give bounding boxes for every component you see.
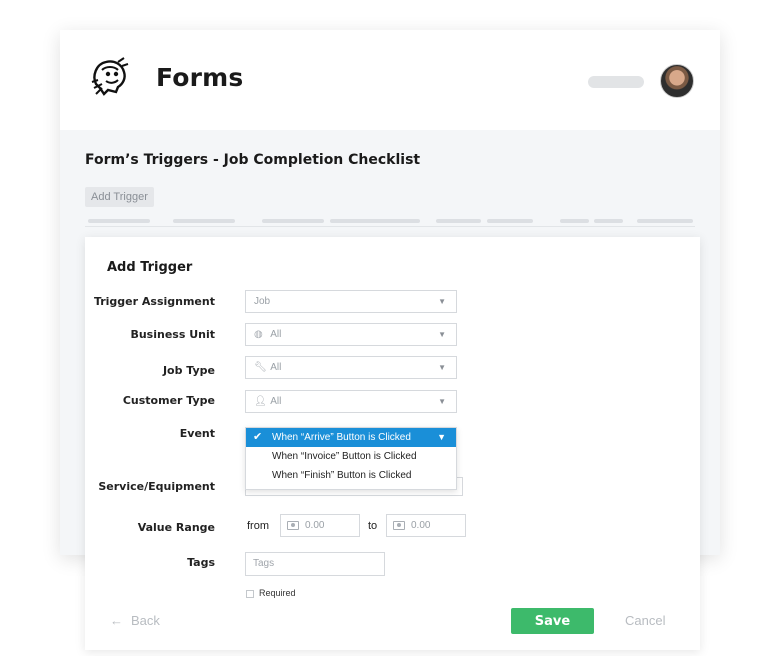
value-range-label: Value Range bbox=[137, 521, 215, 534]
caret-down-icon: ▼ bbox=[437, 432, 446, 442]
tags-input[interactable]: Tags bbox=[245, 552, 385, 576]
caret-down-icon: ▼ bbox=[438, 297, 446, 306]
tags-label: Tags bbox=[187, 556, 215, 569]
service-equipment-label: Service/Equipment bbox=[98, 480, 215, 493]
cancel-button[interactable]: Cancel bbox=[625, 613, 665, 628]
range-to-input[interactable]: 0.00 bbox=[386, 514, 466, 537]
table-header-placeholder bbox=[330, 219, 420, 223]
required-label: Required bbox=[259, 588, 296, 598]
event-option-arrive[interactable]: ✔ When “Arrive” Button is Clicked ▼ bbox=[246, 428, 456, 447]
customer-type-value: All bbox=[270, 396, 282, 407]
caret-down-icon: ▼ bbox=[438, 330, 446, 339]
table-header-placeholder bbox=[262, 219, 324, 223]
customer-type-label: Customer Type bbox=[122, 394, 215, 407]
app-title: Forms bbox=[156, 63, 244, 92]
table-header-placeholder bbox=[173, 219, 235, 223]
save-button[interactable]: Save bbox=[511, 608, 594, 634]
job-type-value: All bbox=[270, 362, 282, 373]
mascot-logo-icon bbox=[91, 57, 129, 96]
back-button-label: Back bbox=[131, 613, 160, 628]
range-to-label: to bbox=[368, 520, 378, 532]
job-type-select[interactable]: 🔧︎ All ▼ bbox=[245, 356, 457, 379]
event-option-invoice[interactable]: When “Invoice” Button is Clicked bbox=[246, 447, 456, 466]
range-from-placeholder: 0.00 bbox=[305, 520, 325, 531]
customer-type-select[interactable]: 👤︎ All ▼ bbox=[245, 390, 457, 413]
modal-title: Add Trigger bbox=[107, 260, 193, 275]
required-checkbox[interactable] bbox=[246, 590, 254, 598]
event-label: Event bbox=[179, 427, 215, 440]
job-type-label: Job Type bbox=[162, 364, 215, 377]
event-option-finish[interactable]: When “Finish” Button is Clicked bbox=[246, 466, 456, 485]
event-option-label: When “Invoice” Button is Clicked bbox=[272, 451, 417, 462]
page-title: Form’s Triggers - Job Completion Checkli… bbox=[85, 152, 421, 168]
person-icon: 👤︎ bbox=[254, 396, 267, 407]
table-divider bbox=[85, 226, 695, 227]
app-header: Forms bbox=[60, 30, 720, 130]
add-trigger-modal: Add Trigger Trigger Assignment Job ▼ Bus… bbox=[85, 237, 700, 650]
check-icon: ✔ bbox=[253, 431, 263, 443]
business-unit-select[interactable]: ◍ All ▼ bbox=[245, 323, 457, 346]
event-option-label: When “Arrive” Button is Clicked bbox=[272, 432, 411, 443]
event-dropdown[interactable]: ✔ When “Arrive” Button is Clicked ▼ When… bbox=[245, 427, 457, 490]
table-header-placeholder bbox=[560, 219, 589, 223]
caret-down-icon: ▼ bbox=[438, 363, 446, 372]
money-icon bbox=[393, 521, 405, 530]
arrow-left-icon: ← bbox=[110, 613, 123, 628]
money-icon bbox=[287, 521, 299, 530]
user-avatar[interactable] bbox=[660, 64, 694, 98]
range-from-input[interactable]: 0.00 bbox=[280, 514, 360, 537]
caret-down-icon: ▼ bbox=[438, 397, 446, 406]
header-placeholder-pill bbox=[588, 76, 644, 88]
trigger-assignment-label: Trigger Assignment bbox=[93, 295, 215, 308]
wrench-icon: 🔧︎ bbox=[254, 362, 267, 373]
event-option-label: When “Finish” Button is Clicked bbox=[272, 470, 412, 481]
trigger-assignment-select[interactable]: Job ▼ bbox=[245, 290, 457, 313]
range-from-label: from bbox=[247, 520, 269, 532]
table-header-placeholder bbox=[88, 219, 150, 223]
business-unit-value: All bbox=[270, 329, 282, 340]
range-to-placeholder: 0.00 bbox=[411, 520, 431, 531]
table-header-placeholder bbox=[637, 219, 693, 223]
table-header-placeholder bbox=[594, 219, 623, 223]
tags-placeholder: Tags bbox=[253, 558, 275, 569]
business-unit-label: Business Unit bbox=[130, 328, 215, 341]
table-header-placeholder bbox=[436, 219, 481, 223]
trigger-assignment-value: Job bbox=[254, 296, 271, 307]
back-button[interactable]: ← Back bbox=[110, 613, 160, 628]
globe-icon: ◍ bbox=[254, 329, 263, 340]
add-trigger-button[interactable]: Add Trigger bbox=[85, 187, 154, 207]
table-header-placeholder bbox=[487, 219, 533, 223]
